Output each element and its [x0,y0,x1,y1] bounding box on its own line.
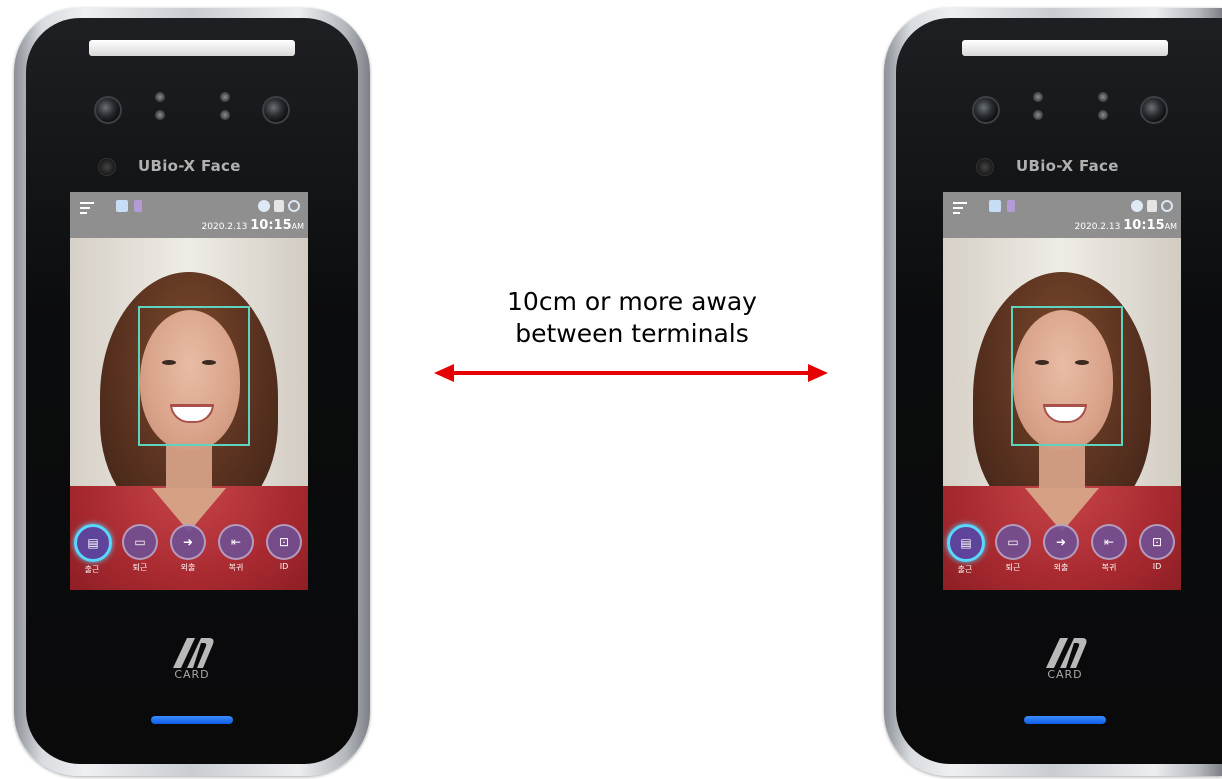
ir-sensor-icon [1033,110,1043,120]
brand-sensor-icon [976,158,994,176]
share-icon [1147,200,1157,212]
face-detection-box [138,306,250,446]
terminal-left: UBio-X Face ▤ 출근 ▭ 퇴근 ➜ 외출 ⇤ 복귀 ⊡ ID 202… [14,8,370,776]
menu-icon[interactable] [80,202,94,217]
id-card-icon: ⊡ [1151,535,1163,549]
camera-right-icon [1140,96,1168,124]
caption-line-1: 10cm or more away [507,287,757,316]
face-camera-view: ▤ 출근 ▭ 퇴근 ➜ 외출 ⇤ 복귀 ⊡ ID [70,238,308,590]
brand-label: UBio-X Face [138,157,241,175]
ir-sensor-icon [1033,92,1043,102]
arrow-head-right-icon [808,364,828,382]
caption-line-2: between terminals [515,319,749,348]
light-bar [89,40,295,56]
mode-button-check-in[interactable]: ▤ 출근 [947,524,985,575]
mode-button-row: ▤ 출근 ▭ 퇴근 ➜ 외출 ⇤ 복귀 ⊡ ID [943,524,1181,584]
user-icon [1007,200,1015,212]
arrow-head-left-icon [434,364,454,382]
briefcase-icon: ▭ [1007,535,1019,549]
gps-icon [1131,200,1143,212]
ir-sensor-icon [1098,92,1108,102]
id-card-icon: ⊡ [278,535,290,549]
terminal-right: UBio-X Face ▤ 출근 ▭ 퇴근 ➜ 외출 ⇤ 복귀 ⊡ ID 202… [884,8,1222,776]
face-camera-view: ▤ 출근 ▭ 퇴근 ➜ 외출 ⇤ 복귀 ⊡ ID [943,238,1181,590]
mode-button-out[interactable]: ➜ 외출 [1043,524,1079,573]
ir-sensor-icon [155,110,165,120]
brand-label: UBio-X Face [1016,157,1119,175]
gps-icon [258,200,270,212]
date-text: 2020.2.13 [1074,222,1121,232]
datetime-label: 2020.2.13 10:15AM [202,218,304,233]
terminal-face-plate: UBio-X Face ▤ 출근 ▭ 퇴근 ➜ 외출 ⇤ 복귀 ⊡ ID 202… [26,18,358,764]
mode-button-return[interactable]: ⇤ 복귀 [1091,524,1127,573]
return-arrow-icon: ⇤ [1103,535,1115,549]
ir-sensor-icon [1098,110,1108,120]
mode-button-row: ▤ 출근 ▭ 퇴근 ➜ 외출 ⇤ 복귀 ⊡ ID [70,524,308,584]
card-logo-icon [1046,638,1087,668]
network-icon [116,200,128,212]
share-icon [274,200,284,212]
exit-arrow-icon: ➜ [1055,535,1067,549]
camera-left-icon [94,96,122,124]
mode-button-id[interactable]: ⊡ ID [266,524,302,571]
light-bar [962,40,1168,56]
exit-arrow-icon: ➜ [182,535,194,549]
menu-icon[interactable] [953,202,967,217]
status-led [1024,716,1106,724]
card-reader-area: CARD [162,634,222,681]
date-text: 2020.2.13 [201,222,248,232]
document-search-icon: ▤ [960,536,972,550]
refresh-icon[interactable] [1161,200,1173,212]
mode-button-out[interactable]: ➜ 외출 [170,524,206,573]
camera-left-icon [972,96,1000,124]
mode-button-id[interactable]: ⊡ ID [1139,524,1175,571]
return-arrow-icon: ⇤ [230,535,242,549]
status-led [151,716,233,724]
ampm-text: AM [291,222,304,231]
ampm-text: AM [1164,222,1177,231]
camera-right-icon [262,96,290,124]
card-reader-area: CARD [1035,634,1095,681]
mode-button-check-out[interactable]: ▭ 퇴근 [122,524,158,573]
face-detection-box [1011,306,1123,446]
time-text: 10:15 [1123,218,1165,233]
user-icon [134,200,142,212]
ir-sensor-icon [220,92,230,102]
mode-button-check-out[interactable]: ▭ 퇴근 [995,524,1031,573]
distance-double-arrow [434,364,828,382]
mode-button-return[interactable]: ⇤ 복귀 [218,524,254,573]
datetime-label: 2020.2.13 10:15AM [1075,218,1177,233]
refresh-icon[interactable] [288,200,300,212]
briefcase-icon: ▭ [134,535,146,549]
ir-sensor-icon [155,92,165,102]
status-bar: 2020.2.13 10:15AM [943,192,1181,238]
ir-sensor-icon [220,110,230,120]
card-logo-icon [173,638,214,668]
device-screen: ▤ 출근 ▭ 퇴근 ➜ 외출 ⇤ 복귀 ⊡ ID 2020.2.13 10:15… [70,192,308,590]
device-screen: ▤ 출근 ▭ 퇴근 ➜ 외출 ⇤ 복귀 ⊡ ID 2020.2.13 10:15… [943,192,1181,590]
distance-caption: 10cm or more away between terminals [432,286,832,350]
network-icon [989,200,1001,212]
status-bar: 2020.2.13 10:15AM [70,192,308,238]
document-search-icon: ▤ [87,536,99,550]
time-text: 10:15 [250,218,292,233]
terminal-face-plate: UBio-X Face ▤ 출근 ▭ 퇴근 ➜ 외출 ⇤ 복귀 ⊡ ID 202… [896,18,1222,764]
brand-sensor-icon [98,158,116,176]
mode-button-check-in[interactable]: ▤ 출근 [74,524,112,575]
